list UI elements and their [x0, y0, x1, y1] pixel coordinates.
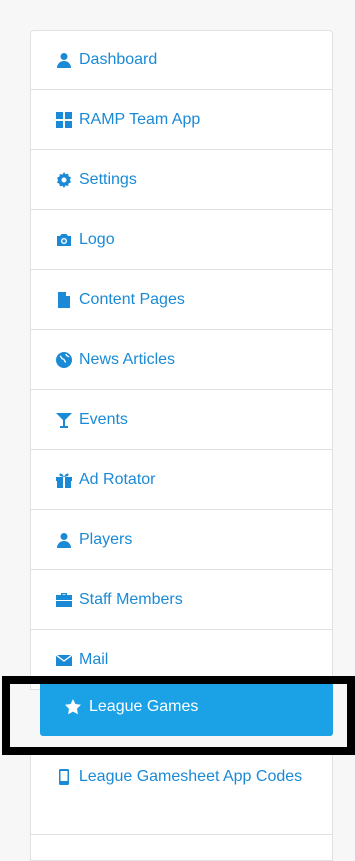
gear-icon	[55, 171, 73, 189]
sidebar-item-dashboard[interactable]: Dashboard	[30, 30, 333, 90]
file-icon	[55, 291, 73, 309]
grid-icon	[55, 111, 73, 129]
sidebar-item-ramp-team-app[interactable]: RAMP Team App	[30, 90, 333, 150]
sidebar-item-content-pages[interactable]: Content Pages	[30, 270, 333, 330]
sidebar-item-staff-members[interactable]: Staff Members	[30, 570, 333, 630]
sidebar-item-events[interactable]: Events	[30, 390, 333, 450]
sidebar-item-league-gamesheet-app-codes[interactable]: League Gamesheet App Codes	[30, 755, 333, 835]
sidebar-item-label: Content Pages	[79, 290, 185, 308]
gift-icon	[55, 471, 73, 489]
sidebar-item-label: Players	[79, 530, 133, 548]
cocktail-icon	[55, 411, 73, 429]
briefcase-icon	[55, 591, 73, 609]
sidebar-item-settings[interactable]: Settings	[30, 150, 333, 210]
sidebar-item-label: Logo	[79, 230, 115, 248]
sidebar-item-label: Events	[79, 410, 128, 428]
sidebar-item-label: Dashboard	[79, 51, 158, 68]
user-icon	[55, 51, 73, 69]
sidebar-item-news-articles[interactable]: News Articles	[30, 330, 333, 390]
sidebar-item-label: Staff Members	[79, 590, 183, 608]
sidebar-item-next	[30, 835, 333, 861]
sidebar-item-players[interactable]: Players	[30, 510, 333, 570]
globe-icon	[55, 351, 73, 369]
highlight-box	[2, 676, 355, 755]
user-icon	[55, 531, 73, 549]
sidebar-item-label: News Articles	[79, 350, 176, 368]
mobile-icon	[55, 768, 73, 786]
sidebar-item-label: Settings	[79, 170, 137, 188]
sidebar-item-logo[interactable]: Logo	[30, 210, 333, 270]
sidebar-item-label: Ad Rotator	[79, 470, 156, 488]
sidebar-item-label: RAMP Team App	[79, 110, 201, 128]
sidebar-item-label: League Gamesheet App Codes	[78, 768, 303, 785]
camera-icon	[55, 231, 73, 249]
sidebar-item-ad-rotator[interactable]: Ad Rotator	[30, 450, 333, 510]
envelope-icon	[55, 651, 73, 669]
sidebar-item-label: Mail	[79, 650, 109, 668]
